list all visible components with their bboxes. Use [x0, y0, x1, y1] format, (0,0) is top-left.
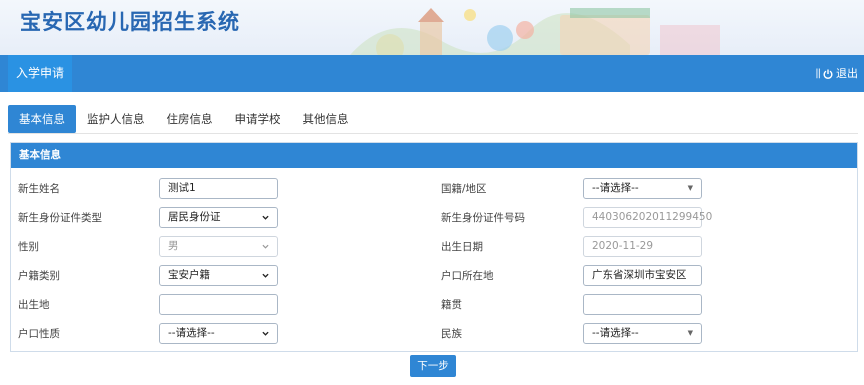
id-number-input[interactable]: 440306202011299450	[583, 207, 712, 228]
form-row: 性别 男 出生日期 2020-11-29	[11, 236, 857, 258]
nav-tab-admission[interactable]: 入学申请	[8, 55, 73, 92]
caret-down-icon: ▼	[687, 329, 693, 337]
form-row: 出生地 籍贯	[11, 294, 857, 316]
ethnicity-select[interactable]: --请选择-- ▼	[583, 323, 702, 344]
native-place-input[interactable]	[583, 294, 702, 315]
household-location-input[interactable]: 广东省深圳市宝安区	[583, 265, 702, 286]
birth-date-input[interactable]: 2020-11-29	[583, 236, 702, 257]
nav-separator: ||	[815, 68, 821, 79]
logout-label: 退出	[836, 67, 858, 80]
form-row: 户口性质 --请选择-- 民族 --请选择-- ▼	[11, 323, 857, 345]
label-birth-date: 出生日期	[441, 241, 483, 253]
label-birthplace: 出生地	[18, 299, 50, 311]
id-type-value: 居民身份证	[168, 211, 221, 223]
tab-basic-info[interactable]: 基本信息	[8, 105, 76, 133]
panel-heading: 基本信息	[11, 143, 857, 168]
nationality-value: --请选择--	[592, 182, 639, 194]
label-ethnicity: 民族	[441, 328, 462, 340]
household-type-select[interactable]: 宝安户籍	[159, 265, 278, 286]
label-native-place: 籍贯	[441, 299, 462, 311]
chevron-down-icon	[262, 331, 269, 336]
form-row: 新生身份证件类型 居民身份证 新生身份证件号码 4403062020112994…	[11, 207, 857, 229]
gender-select[interactable]: 男	[159, 236, 278, 257]
app-title: 宝安区幼儿园招生系统	[20, 10, 240, 34]
logout-link[interactable]: || 退出	[815, 55, 858, 92]
ethnicity-value: --请选择--	[592, 327, 639, 339]
caret-down-icon: ▼	[687, 184, 693, 192]
top-nav: 入学申请 || 退出	[0, 55, 864, 92]
label-id-type: 新生身份证件类型	[18, 212, 102, 224]
tab-other-info[interactable]: 其他信息	[292, 105, 360, 133]
household-type-value: 宝安户籍	[168, 269, 210, 281]
id-type-select[interactable]: 居民身份证	[159, 207, 278, 228]
label-household-location: 户口所在地	[441, 270, 494, 282]
tab-housing-info[interactable]: 住房信息	[156, 105, 224, 133]
form-tabs: 基本信息 监护人信息 住房信息 申请学校 其他信息	[8, 105, 360, 133]
birthplace-input[interactable]	[159, 294, 278, 315]
next-step-button[interactable]: 下一步	[410, 355, 456, 377]
household-nature-select[interactable]: --请选择--	[159, 323, 278, 344]
chevron-down-icon	[262, 273, 269, 278]
label-child-name: 新生姓名	[18, 183, 60, 195]
chevron-down-icon	[262, 215, 269, 220]
label-household-type: 户籍类别	[18, 270, 60, 282]
child-name-input[interactable]: 测试1	[159, 178, 278, 199]
gender-value: 男	[168, 240, 179, 252]
label-household-nature: 户口性质	[18, 328, 60, 340]
basic-info-panel: 基本信息 新生姓名 测试1 国籍/地区 --请选择-- ▼ 新生身份证件类型 居…	[10, 142, 858, 352]
power-icon	[823, 69, 833, 79]
tab-apply-school[interactable]: 申请学校	[224, 105, 292, 133]
nationality-select[interactable]: --请选择-- ▼	[583, 178, 702, 199]
label-gender: 性别	[18, 241, 39, 253]
header-banner: 宝安区幼儿园招生系统	[0, 0, 864, 55]
form-row: 户籍类别 宝安户籍 户口所在地 广东省深圳市宝安区	[11, 265, 857, 287]
label-id-number: 新生身份证件号码	[441, 212, 525, 224]
label-nationality: 国籍/地区	[441, 183, 487, 195]
banner-illustration	[350, 8, 720, 55]
chevron-down-icon	[262, 244, 269, 249]
household-nature-value: --请选择--	[168, 327, 215, 339]
form-row: 新生姓名 测试1 国籍/地区 --请选择-- ▼	[11, 178, 857, 200]
tabs-divider	[8, 133, 858, 134]
tab-guardian-info[interactable]: 监护人信息	[76, 105, 156, 133]
